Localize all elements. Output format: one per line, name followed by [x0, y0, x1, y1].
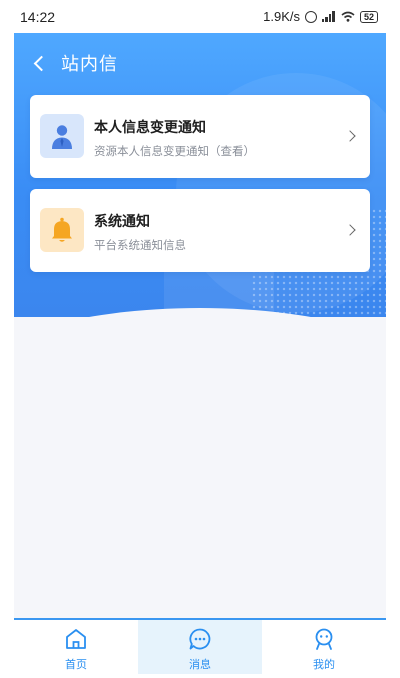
app-screen: 14:22 1.9K/s 52 站内信 本人信息变更通知 资源本人信息变更通知（… — [14, 0, 386, 678]
notification-title: 本人信息变更通知 — [94, 120, 206, 136]
tab-home[interactable]: 首页 — [14, 620, 138, 676]
notification-title: 系统通知 — [94, 214, 150, 230]
wifi-icon — [341, 11, 355, 22]
nav-bar: 站内信 — [14, 43, 386, 83]
chevron-right-icon — [344, 130, 356, 142]
chevron-right-icon — [344, 224, 356, 236]
page-title: 站内信 — [61, 54, 118, 75]
home-icon — [66, 629, 86, 649]
bell-icon — [40, 208, 84, 252]
tab-messages-label: 消息 — [189, 658, 211, 671]
battery-icon: 52 — [359, 10, 378, 23]
profile-icon — [315, 628, 333, 650]
home-indicator — [14, 674, 386, 678]
status-icons: 1.9K/s 52 — [263, 9, 378, 24]
status-bar: 14:22 1.9K/s 52 — [14, 0, 386, 33]
notification-item-profile-change[interactable]: 本人信息变更通知 资源本人信息变更通知（查看） — [30, 95, 370, 178]
status-time: 14:22 — [20, 9, 56, 25]
person-icon — [40, 114, 84, 158]
tab-profile[interactable]: 我的 — [262, 620, 386, 676]
bottom-tab-bar: 首页 消息 我的 — [14, 618, 386, 676]
network-speed: 1.9K/s — [263, 9, 300, 24]
chevron-left-icon[interactable] — [33, 55, 50, 71]
alarm-icon — [304, 10, 317, 23]
signal-icon — [321, 11, 336, 22]
notification-subtitle: 资源本人信息变更通知（查看） — [94, 144, 255, 158]
tab-home-label: 首页 — [65, 658, 87, 671]
notification-subtitle: 平台系统通知信息 — [94, 238, 186, 252]
tab-messages[interactable]: 消息 — [138, 620, 262, 676]
tab-profile-label: 我的 — [313, 658, 335, 671]
chat-icon — [189, 628, 211, 650]
notification-item-system[interactable]: 系统通知 平台系统通知信息 — [30, 189, 370, 272]
